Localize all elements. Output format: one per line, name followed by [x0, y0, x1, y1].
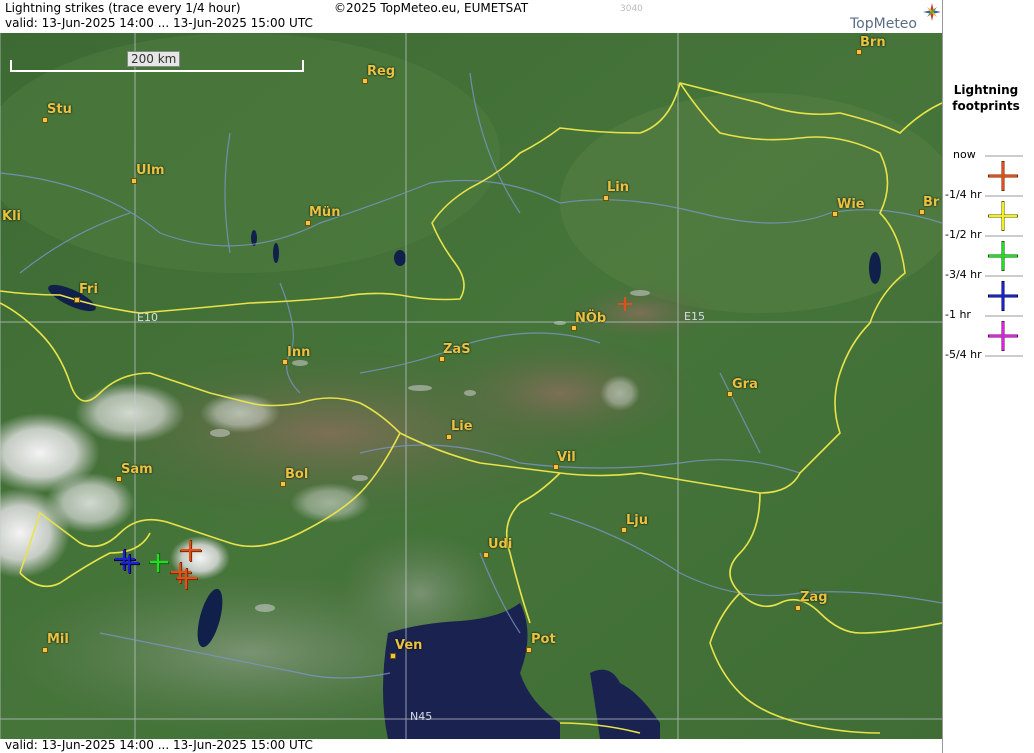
legend-cross-quarter	[988, 201, 1018, 231]
lightning-legend: Lightning footprints now -1/4 hr -1/2 hr…	[942, 0, 1034, 753]
header-bar: Lightning strikes (trace every 1/4 hour)…	[0, 0, 942, 33]
valid-time-top: valid: 13-Jun-2025 14:00 ... 13-Jun-2025…	[5, 16, 313, 30]
satellite-map[interactable]: E10 E15 N45 200 km Brn Reg Stu Ulm Lin W…	[0, 33, 942, 739]
map-code: 3040	[620, 4, 643, 14]
lightning-strikes-layer	[114, 297, 632, 590]
valid-time-bottom: valid: 13-Jun-2025 14:00 ... 13-Jun-2025…	[5, 738, 313, 752]
map-title: Lightning strikes (trace every 1/4 hour)	[5, 1, 241, 15]
footer-bar: valid: 13-Jun-2025 14:00 ... 13-Jun-2025…	[0, 738, 942, 753]
legend-cross-half	[988, 241, 1018, 271]
legend-cross-one	[988, 321, 1018, 351]
legend-cross-three-quarter	[988, 281, 1018, 311]
logo-text: TopMeteo	[850, 16, 917, 32]
lightning-strike-half-hr	[149, 553, 169, 573]
lightning-strike-now-1	[618, 297, 632, 311]
topmeteo-logo[interactable]: TopMeteo	[848, 2, 940, 32]
copyright: ©2025 TopMeteo.eu, EUMETSAT	[334, 1, 529, 15]
legend-cross-now	[988, 161, 1018, 191]
legend-swatches	[985, 155, 1023, 357]
lightning-strike-three-quarter-hr	[114, 549, 140, 574]
lightning-strike-cluster-now	[170, 540, 202, 590]
